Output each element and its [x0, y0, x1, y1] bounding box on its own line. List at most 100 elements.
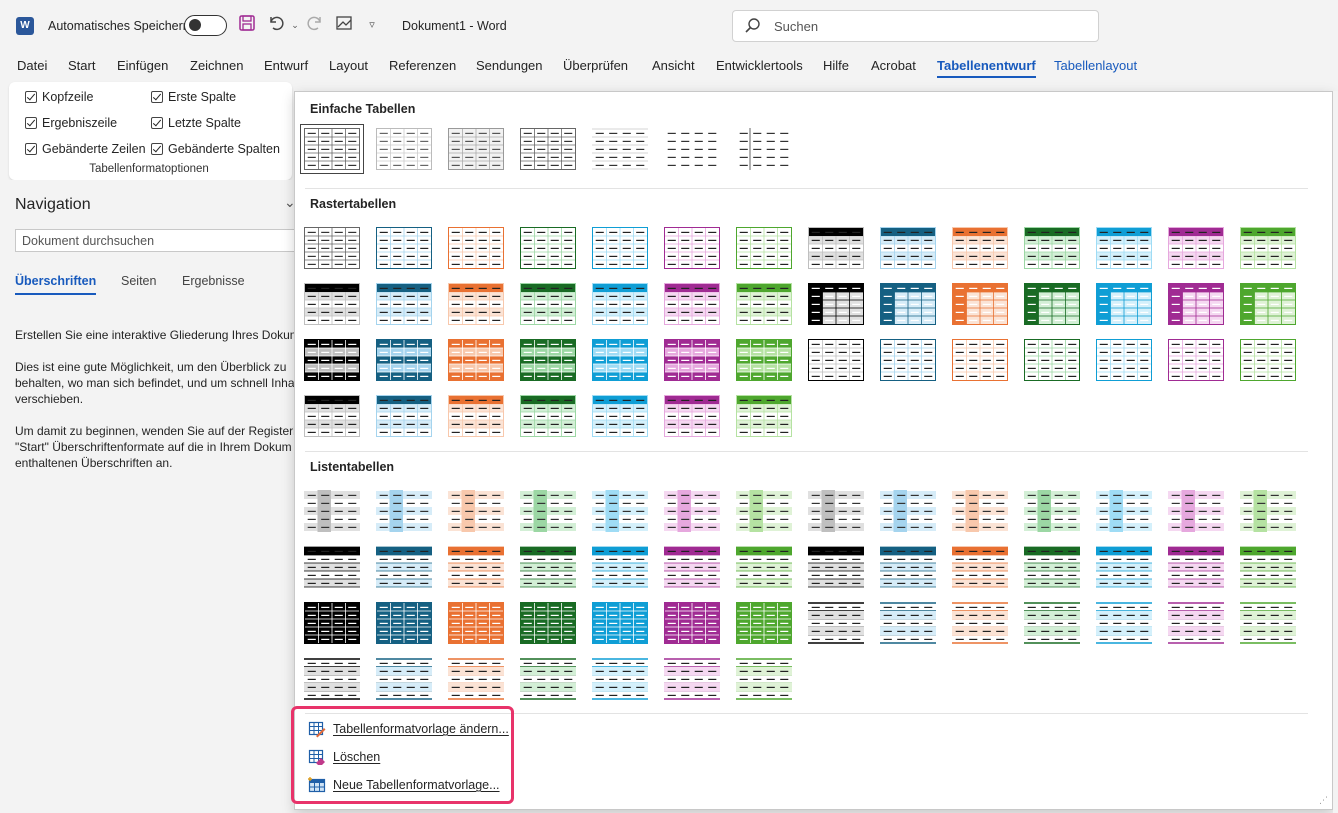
table-style-thumbnail[interactable]: [304, 227, 360, 269]
table-style-thumbnail[interactable]: [304, 546, 360, 588]
table-style-thumbnail[interactable]: [1168, 339, 1224, 381]
table-style-thumbnail[interactable]: [1096, 546, 1152, 588]
option-erste-spalte[interactable]: Erste Spalte: [151, 90, 236, 104]
table-style-thumbnail[interactable]: [1168, 490, 1224, 532]
resize-grip-icon[interactable]: ⋰: [1319, 795, 1328, 806]
table-style-thumbnail[interactable]: [736, 546, 792, 588]
table-style-thumbnail[interactable]: [592, 128, 648, 170]
table-style-thumbnail[interactable]: [376, 128, 432, 170]
clear-menu-item[interactable]: Löschen: [305, 744, 515, 770]
save-icon[interactable]: [236, 14, 258, 36]
table-style-thumbnail[interactable]: [592, 395, 648, 437]
option-gebaenderte-spalten[interactable]: Gebänderte Spalten: [151, 142, 280, 156]
table-style-thumbnail[interactable]: [1168, 283, 1224, 325]
table-style-thumbnail[interactable]: [952, 283, 1008, 325]
table-style-thumbnail[interactable]: [880, 283, 936, 325]
table-style-thumbnail[interactable]: [808, 339, 864, 381]
redo-icon[interactable]: [304, 14, 326, 36]
tab-einfuegen[interactable]: Einfügen: [117, 58, 168, 73]
tab-tabellenentwurf[interactable]: Tabellenentwurf: [937, 58, 1036, 78]
table-style-thumbnail[interactable]: [1168, 227, 1224, 269]
table-style-thumbnail[interactable]: [376, 602, 432, 644]
table-style-thumbnail[interactable]: [1168, 602, 1224, 644]
checkbox-checked-icon[interactable]: [25, 117, 37, 129]
nav-tab-ueberschriften[interactable]: Überschriften: [15, 274, 97, 295]
table-style-thumbnail[interactable]: [376, 339, 432, 381]
table-style-thumbnail[interactable]: [952, 490, 1008, 532]
table-style-thumbnail[interactable]: [664, 227, 720, 269]
table-style-thumbnail[interactable]: [520, 227, 576, 269]
table-style-thumbnail[interactable]: [520, 490, 576, 532]
option-ergebniszeile[interactable]: Ergebniszeile: [25, 116, 117, 130]
table-style-thumbnail[interactable]: [300, 124, 364, 174]
tab-sendungen[interactable]: Sendungen: [476, 58, 543, 73]
table-style-thumbnail[interactable]: [376, 283, 432, 325]
table-style-thumbnail[interactable]: [736, 658, 792, 700]
table-style-thumbnail[interactable]: [304, 602, 360, 644]
table-style-thumbnail[interactable]: [1024, 602, 1080, 644]
table-style-thumbnail[interactable]: [1240, 339, 1296, 381]
table-style-thumbnail[interactable]: [880, 602, 936, 644]
table-style-thumbnail[interactable]: [664, 490, 720, 532]
table-style-thumbnail[interactable]: [664, 546, 720, 588]
table-style-thumbnail[interactable]: [736, 490, 792, 532]
table-style-thumbnail[interactable]: [376, 658, 432, 700]
table-style-thumbnail[interactable]: [520, 339, 576, 381]
table-style-thumbnail[interactable]: [520, 602, 576, 644]
table-style-thumbnail[interactable]: [1240, 602, 1296, 644]
table-style-thumbnail[interactable]: [1240, 490, 1296, 532]
table-style-thumbnail[interactable]: [1024, 546, 1080, 588]
option-letzte-spalte[interactable]: Letzte Spalte: [151, 116, 241, 130]
table-style-thumbnail[interactable]: [1024, 227, 1080, 269]
table-style-thumbnail[interactable]: [736, 128, 792, 170]
table-style-thumbnail[interactable]: [304, 339, 360, 381]
table-style-thumbnail[interactable]: [1096, 490, 1152, 532]
table-style-thumbnail[interactable]: [880, 339, 936, 381]
nav-tab-seiten[interactable]: Seiten: [121, 274, 156, 288]
table-style-thumbnail[interactable]: [880, 227, 936, 269]
checkbox-checked-icon[interactable]: [151, 91, 163, 103]
table-style-thumbnail[interactable]: [808, 490, 864, 532]
table-style-thumbnail[interactable]: [448, 227, 504, 269]
tab-datei[interactable]: Datei: [17, 58, 47, 73]
checkbox-checked-icon[interactable]: [151, 117, 163, 129]
table-style-thumbnail[interactable]: [592, 339, 648, 381]
table-style-thumbnail[interactable]: [592, 658, 648, 700]
table-style-thumbnail[interactable]: [520, 546, 576, 588]
customize-quick-access-icon[interactable]: ▿: [361, 14, 383, 36]
table-style-thumbnail[interactable]: [952, 227, 1008, 269]
table-style-thumbnail[interactable]: [808, 602, 864, 644]
table-style-thumbnail[interactable]: [520, 283, 576, 325]
table-style-thumbnail[interactable]: [376, 227, 432, 269]
tab-acrobat[interactable]: Acrobat: [871, 58, 916, 73]
table-style-thumbnail[interactable]: [880, 546, 936, 588]
table-style-thumbnail[interactable]: [448, 283, 504, 325]
image-signature-icon[interactable]: [333, 14, 355, 36]
table-style-thumbnail[interactable]: [952, 339, 1008, 381]
modify-table-style-menu-item[interactable]: Tabellenformatvorlage ändern...: [305, 716, 515, 742]
table-style-thumbnail[interactable]: [1096, 602, 1152, 644]
table-style-thumbnail[interactable]: [664, 395, 720, 437]
table-style-thumbnail[interactable]: [304, 395, 360, 437]
table-style-thumbnail[interactable]: [736, 227, 792, 269]
table-style-thumbnail[interactable]: [592, 227, 648, 269]
table-style-thumbnail[interactable]: [1240, 283, 1296, 325]
tab-ansicht[interactable]: Ansicht: [652, 58, 695, 73]
table-style-thumbnail[interactable]: [1096, 283, 1152, 325]
table-style-thumbnail[interactable]: [448, 395, 504, 437]
table-style-thumbnail[interactable]: [448, 658, 504, 700]
table-style-thumbnail[interactable]: [304, 658, 360, 700]
tab-zeichnen[interactable]: Zeichnen: [190, 58, 243, 73]
undo-dropdown-icon[interactable]: ⌄: [284, 14, 306, 36]
tab-ueberpruefen[interactable]: Überprüfen: [563, 58, 628, 73]
table-style-thumbnail[interactable]: [448, 490, 504, 532]
table-style-thumbnail[interactable]: [664, 602, 720, 644]
tab-layout[interactable]: Layout: [329, 58, 368, 73]
table-style-thumbnail[interactable]: [1240, 546, 1296, 588]
table-style-thumbnail[interactable]: [304, 283, 360, 325]
table-style-thumbnail[interactable]: [448, 546, 504, 588]
table-style-thumbnail[interactable]: [952, 546, 1008, 588]
checkbox-checked-icon[interactable]: [151, 143, 163, 155]
table-style-thumbnail[interactable]: [520, 128, 576, 170]
search-input[interactable]: Suchen: [732, 10, 1099, 42]
